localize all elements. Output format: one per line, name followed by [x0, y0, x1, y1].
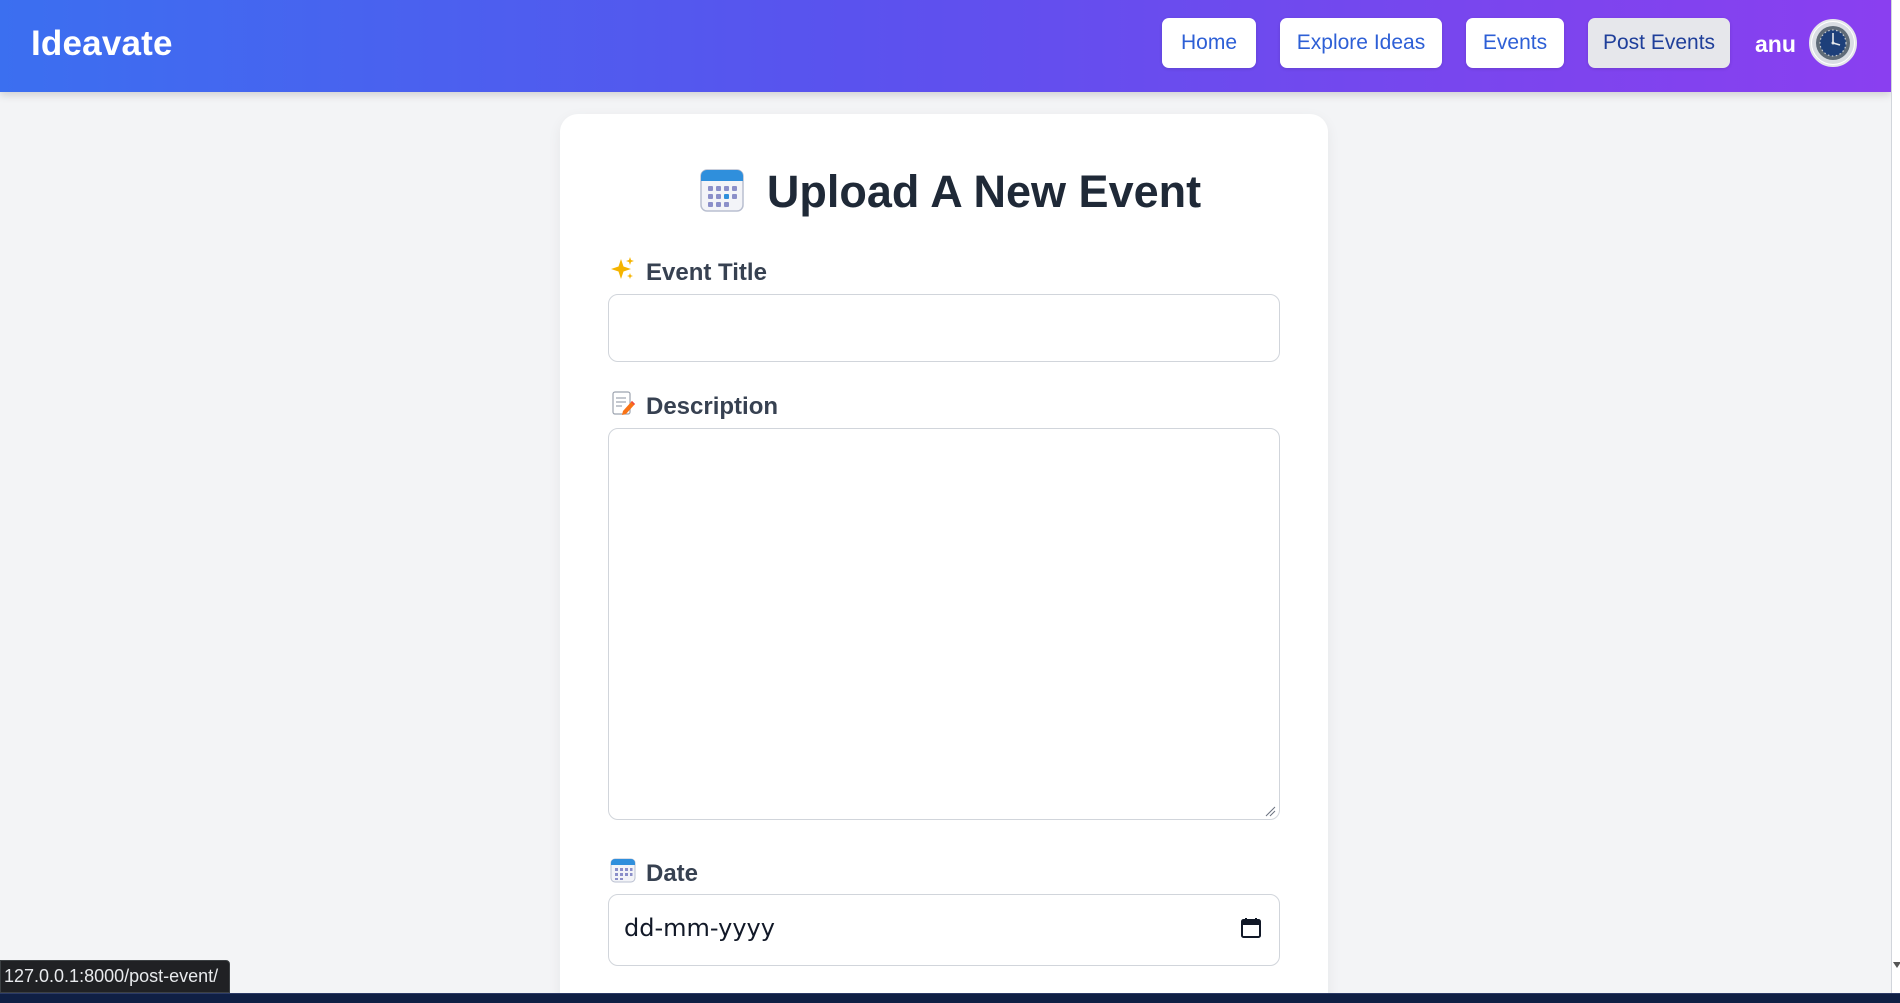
sparkles-icon	[610, 256, 636, 289]
date-label: Date	[610, 857, 698, 890]
description-label-text: Description	[646, 392, 779, 420]
os-taskbar	[0, 993, 1900, 1003]
link-status-bar: 127.0.0.1:8000/post-event/	[0, 960, 231, 993]
nav-explore-ideas-button[interactable]: Explore Ideas	[1280, 18, 1442, 68]
calendar-icon	[699, 167, 745, 218]
event-title-input[interactable]	[608, 294, 1280, 362]
form-heading: Upload A New Event	[0, 166, 1900, 218]
page-title: Upload A New Event	[766, 166, 1202, 217]
date-input[interactable]: dd-mm-yyyy	[608, 894, 1280, 966]
nav-home-label: Home	[1180, 31, 1238, 54]
calendar-icon	[610, 857, 636, 890]
event-title-label-text: Event Title	[646, 258, 767, 286]
memo-icon	[610, 390, 636, 423]
date-picker-icon[interactable]	[1239, 916, 1263, 945]
vertical-scrollbar[interactable]	[1891, 0, 1900, 993]
brand-logo[interactable]: Ideavate	[31, 24, 173, 64]
watch-avatar-icon[interactable]	[1809, 19, 1857, 67]
nav-home-button[interactable]: Home	[1162, 18, 1256, 68]
description-textarea[interactable]	[608, 428, 1280, 820]
date-placeholder: dd-mm-yyyy	[624, 914, 775, 942]
description-label: Description	[610, 390, 778, 423]
nav-events-label: Events	[1482, 31, 1548, 54]
scroll-down-arrow-icon[interactable]	[1893, 962, 1900, 968]
top-navbar: Ideavate Home Explore Ideas Events Post …	[0, 0, 1891, 92]
date-label-text: Date	[646, 859, 699, 887]
username-label[interactable]: anu	[1755, 31, 1796, 58]
event-title-label: Event Title	[610, 256, 767, 289]
resize-handle-icon[interactable]	[1264, 804, 1276, 817]
nav-events-button[interactable]: Events	[1466, 18, 1564, 68]
nav-post-events-label: Post Events	[1602, 31, 1716, 54]
nav-post-events-button[interactable]: Post Events	[1588, 18, 1730, 68]
nav-explore-ideas-label: Explore Ideas	[1296, 31, 1426, 54]
